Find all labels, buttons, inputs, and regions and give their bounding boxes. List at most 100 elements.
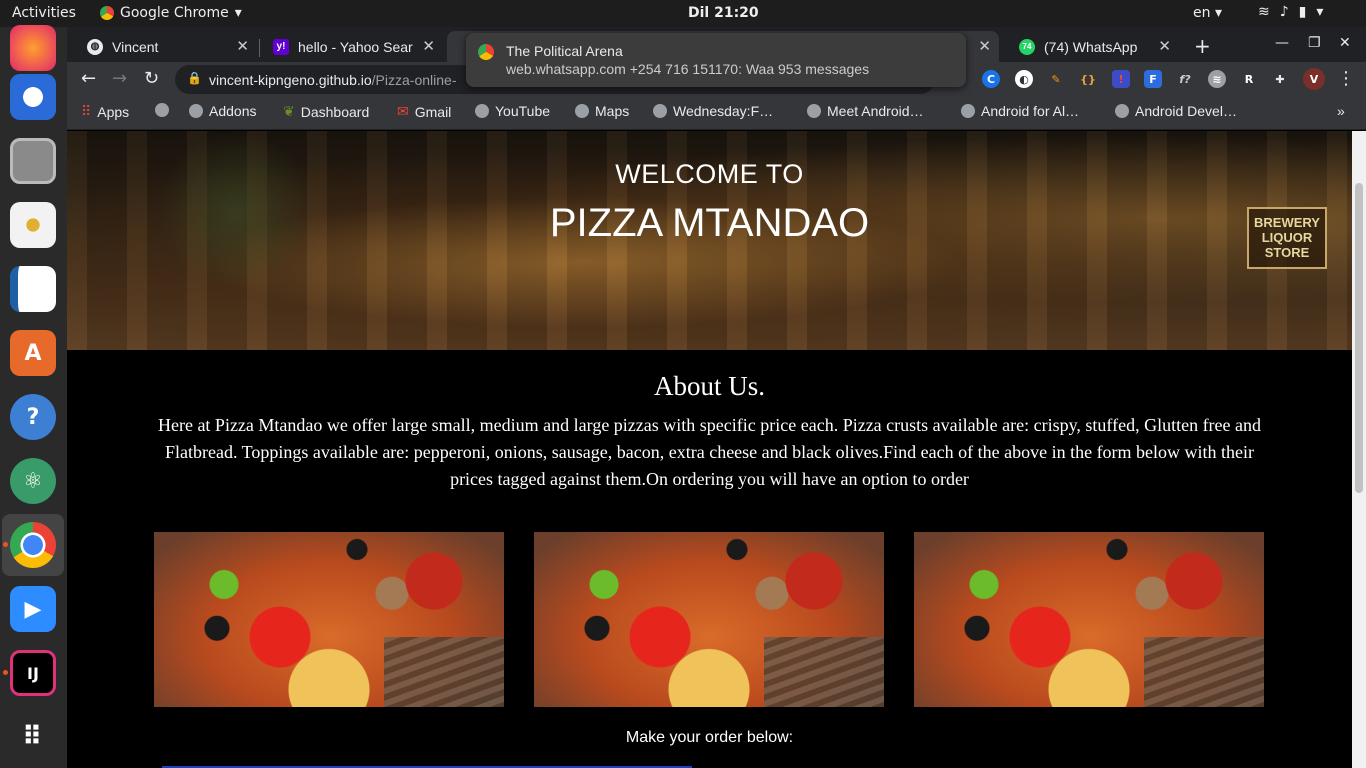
language-indicator[interactable]: en ▾ bbox=[1193, 5, 1222, 21]
extension-red-icon[interactable]: ! bbox=[1112, 70, 1130, 88]
notification-title: The Political Arena bbox=[506, 43, 623, 59]
firefox-icon[interactable] bbox=[10, 25, 56, 71]
bookmark-label: Android Devel… bbox=[1135, 103, 1237, 119]
scrollbar-thumb[interactable] bbox=[1355, 183, 1363, 493]
forward-button[interactable]: → bbox=[112, 68, 127, 89]
bookmark-globe[interactable] bbox=[155, 103, 169, 117]
notification-popup[interactable]: The Political Arena web.whatsapp.com +25… bbox=[466, 33, 966, 87]
page-viewport: BREWERY LIQUOR STORE WELCOME TO PIZZA MT… bbox=[67, 131, 1352, 768]
chevron-down-icon: ▾ bbox=[234, 5, 242, 21]
extension-fx-icon[interactable]: f? bbox=[1176, 70, 1194, 88]
tab-vincent[interactable]: ◍ Vincent ✕ bbox=[67, 31, 257, 62]
chrome-icon[interactable] bbox=[10, 522, 56, 568]
notification-body: web.whatsapp.com +254 716 151170: Waa 95… bbox=[506, 61, 870, 77]
tab-yahoo[interactable]: y! hello - Yahoo Sear ✕ bbox=[253, 31, 443, 62]
bookmark-label: Dashboard bbox=[300, 103, 370, 120]
extension-c-icon[interactable]: C bbox=[982, 70, 1000, 88]
language-label: en bbox=[1193, 5, 1211, 21]
volume-icon: ♪ bbox=[1279, 4, 1289, 20]
bookmark-label: Wednesday:F… bbox=[673, 103, 774, 119]
yahoo-icon: y! bbox=[273, 38, 289, 55]
menu-kebab-icon[interactable]: ⋮ bbox=[1337, 68, 1355, 89]
bookmark-wednesday[interactable]: Wednesday:F… bbox=[653, 103, 773, 119]
files-icon[interactable] bbox=[10, 138, 56, 184]
help-icon[interactable]: ? bbox=[10, 394, 56, 440]
extensions-puzzle-icon[interactable]: ✚ bbox=[1271, 70, 1289, 88]
bookmark-dashboard[interactable]: ❦ Dashboard bbox=[283, 103, 369, 120]
globe-icon bbox=[575, 104, 589, 118]
software-icon[interactable]: A bbox=[10, 330, 56, 376]
extension-circle-icon[interactable]: ◐ bbox=[1015, 70, 1033, 88]
bookmark-addons[interactable]: Addons bbox=[189, 103, 256, 119]
globe-icon: ◍ bbox=[87, 38, 103, 55]
lock-icon: 🔒 bbox=[187, 71, 202, 85]
dock: A ? ⚛ ▶ IJ ⠿ bbox=[0, 25, 67, 768]
bookmark-label: Addons bbox=[209, 103, 257, 119]
tab-title: hello - Yahoo Sear bbox=[298, 38, 413, 55]
extension-dropper-icon[interactable]: ✎ bbox=[1047, 70, 1065, 88]
system-tray[interactable]: ≋ ♪ ▮ ▾ bbox=[1258, 4, 1323, 20]
running-indicator bbox=[3, 670, 8, 675]
extension-wave-icon[interactable]: ≋ bbox=[1208, 70, 1226, 88]
close-icon[interactable]: ✕ bbox=[978, 37, 991, 55]
thunderbird-icon[interactable] bbox=[10, 74, 56, 120]
page-scrollbar[interactable] bbox=[1352, 131, 1366, 768]
extension-braces-icon[interactable]: {} bbox=[1079, 70, 1097, 88]
leaf-icon: ❦ bbox=[283, 103, 295, 119]
back-button[interactable]: ← bbox=[81, 68, 96, 89]
whatsapp-icon: 74 bbox=[1019, 38, 1035, 55]
bookmark-label: Meet Android… bbox=[827, 103, 924, 119]
extension-r-icon[interactable]: R bbox=[1240, 70, 1258, 88]
globe-icon bbox=[1115, 104, 1129, 118]
bookmark-maps[interactable]: Maps bbox=[575, 103, 629, 119]
bookmarks-overflow-icon[interactable]: » bbox=[1337, 103, 1345, 119]
bookmark-meet-android[interactable]: Meet Android… bbox=[807, 103, 924, 119]
profile-avatar[interactable]: V bbox=[1303, 68, 1325, 90]
bookmarks-bar: ⠿ Apps Addons ❦ Dashboard ✉ Gmail YouTube M… bbox=[67, 96, 1366, 130]
bookmark-apps[interactable]: ⠿ Apps bbox=[81, 103, 129, 120]
pizza-image bbox=[914, 532, 1264, 707]
app-menu[interactable]: Google Chrome ▾ bbox=[100, 5, 242, 21]
atom-icon[interactable]: ⚛ bbox=[10, 458, 56, 504]
writer-icon[interactable] bbox=[10, 266, 56, 312]
hero-welcome: WELCOME TO bbox=[615, 159, 804, 189]
close-window-button[interactable]: ✕ bbox=[1339, 35, 1351, 51]
zoom-icon[interactable]: ▶ bbox=[10, 586, 56, 632]
close-icon[interactable]: ✕ bbox=[422, 37, 435, 55]
maximize-button[interactable]: ❐ bbox=[1308, 35, 1321, 51]
order-prompt: Make your order below: bbox=[625, 729, 794, 746]
close-icon[interactable]: ✕ bbox=[236, 37, 249, 55]
bookmark-label: Gmail bbox=[414, 103, 452, 120]
system-top-bar: Activities Google Chrome ▾ Dil 21:20 en … bbox=[0, 0, 1366, 27]
about-heading: About Us. bbox=[653, 371, 765, 401]
tab-title: Vincent bbox=[112, 38, 159, 55]
reload-button[interactable]: ↻ bbox=[144, 68, 159, 89]
tab-whatsapp[interactable]: 74 (74) WhatsApp ✕ bbox=[999, 31, 1179, 62]
activities-button[interactable]: Activities bbox=[12, 5, 76, 21]
extension-f-icon[interactable]: F bbox=[1144, 70, 1162, 88]
close-icon[interactable]: ✕ bbox=[1158, 37, 1171, 55]
bookmark-android-for-all[interactable]: Android for Al… bbox=[961, 103, 1079, 119]
pizza-image bbox=[534, 532, 884, 707]
show-applications-icon[interactable]: ⠿ bbox=[10, 714, 56, 760]
bookmark-label: YouTube bbox=[495, 103, 551, 119]
app-menu-label: Google Chrome bbox=[120, 5, 229, 21]
rhythmbox-icon[interactable] bbox=[10, 202, 56, 248]
chrome-icon bbox=[100, 6, 114, 20]
apps-grid-icon: ⠿ bbox=[81, 103, 92, 119]
chrome-icon bbox=[478, 44, 494, 60]
hero-banner: BREWERY LIQUOR STORE WELCOME TO PIZZA MT… bbox=[67, 131, 1352, 350]
new-tab-button[interactable]: + bbox=[1194, 34, 1211, 58]
bookmark-android-devel[interactable]: Android Devel… bbox=[1115, 103, 1237, 119]
chevron-down-icon: ▾ bbox=[1316, 4, 1324, 20]
bookmark-gmail[interactable]: ✉ Gmail bbox=[397, 103, 451, 120]
intellij-icon[interactable]: IJ bbox=[10, 650, 56, 696]
clock[interactable]: Dil 21:20 bbox=[688, 5, 759, 21]
globe-icon bbox=[475, 104, 489, 118]
bookmark-label: Android for Al… bbox=[981, 103, 1080, 119]
bookmark-label: Maps bbox=[595, 103, 630, 119]
minimize-button[interactable]: — bbox=[1275, 35, 1289, 51]
about-paragraph: Here at Pizza Mtandao we offer large sma… bbox=[157, 415, 1262, 489]
bookmark-youtube[interactable]: YouTube bbox=[475, 103, 550, 119]
globe-icon bbox=[189, 104, 203, 118]
